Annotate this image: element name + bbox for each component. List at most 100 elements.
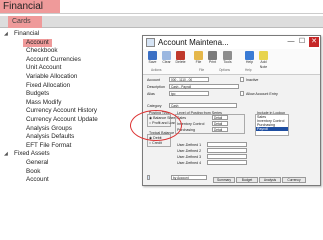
help-icon — [245, 51, 254, 60]
account-label: Account — [147, 78, 160, 82]
user-defined-field[interactable] — [207, 160, 247, 165]
account-field[interactable]: 000 - 1110 - 00 — [169, 77, 209, 82]
tree-item-label: Unit Account — [26, 64, 62, 72]
delete-button[interactable]: Delete — [174, 51, 187, 65]
tree-item-label: Analysis Groups — [26, 124, 72, 132]
tools-button[interactable]: Tools — [221, 51, 234, 65]
tree-item-label: Account — [26, 176, 49, 184]
tree-item-label: Checkbook — [26, 47, 58, 55]
sort-by-select[interactable]: by Account — [171, 175, 207, 180]
inactive-checkbox[interactable] — [240, 77, 244, 82]
tree-item[interactable]: Currency Account Update — [0, 116, 140, 125]
category-field[interactable]: Cash — [169, 103, 237, 108]
tree-item-label: Account Currencies — [26, 55, 81, 63]
page-title: Financial — [0, 0, 60, 13]
user-defined-label: User-Defined 4 — [177, 161, 202, 165]
add-note-button[interactable]: Add Note — [257, 51, 270, 70]
ribbon-button-label: File — [195, 60, 202, 64]
tree-item[interactable]: Account — [0, 38, 140, 48]
ribbon-button-label: Save — [148, 60, 157, 64]
level-value-inventory[interactable]: Detail — [212, 121, 228, 126]
alias-field[interactable]: tpo — [169, 91, 209, 96]
nav-first-icon[interactable] — [147, 175, 150, 180]
radio-credit[interactable]: ○ Credit — [149, 141, 162, 145]
alias-label: Alias — [147, 92, 155, 96]
tree-item[interactable]: Unit Account — [0, 64, 140, 73]
tree-item-label: Fixed Allocation — [26, 81, 71, 89]
tree-item-label: EFT File Format — [26, 141, 72, 149]
tree-item-label: Currency Account History — [26, 107, 98, 115]
window-titlebar[interactable]: Account Maintena... — ☐ ✕ — [143, 36, 320, 49]
tree-item-label: Financial — [14, 30, 40, 37]
save-button[interactable]: Save — [146, 51, 159, 65]
print-icon — [208, 51, 217, 60]
help-button[interactable]: Help — [243, 51, 256, 65]
level-value-purchasing[interactable]: Detail — [212, 127, 228, 132]
window-title: Account Maintena... — [158, 38, 229, 47]
ribbon-group-actions: Actions — [151, 68, 162, 72]
tree-item[interactable]: Fixed Allocation — [0, 82, 140, 91]
window-app-icon — [146, 38, 155, 47]
tree-item[interactable]: Currency Account History — [0, 107, 140, 116]
user-defined-label: User-Defined 2 — [177, 149, 202, 153]
tree-item[interactable]: Budgets — [0, 90, 140, 99]
user-defined-field[interactable] — [207, 148, 247, 153]
user-defined-field[interactable] — [207, 142, 247, 147]
print-button[interactable]: Print — [206, 51, 219, 65]
tree-item[interactable]: Mass Modify — [0, 99, 140, 108]
add-note-icon — [259, 51, 268, 60]
ribbon-button-label: Print — [208, 60, 217, 64]
tree-item[interactable]: Analysis Groups — [0, 125, 140, 134]
tree-item[interactable]: Account — [0, 176, 140, 185]
tree-item[interactable]: Checkbook — [0, 47, 140, 56]
clear-button[interactable]: Clear — [160, 51, 173, 65]
tree-item[interactable]: General — [0, 159, 140, 168]
user-defined-field[interactable] — [207, 154, 247, 159]
maximize-button[interactable]: ☐ — [297, 37, 307, 47]
save-icon — [148, 51, 157, 60]
page-header: Financial — [0, 0, 323, 14]
inactive-label: Inactive — [246, 78, 259, 82]
tab-summary[interactable]: Summary — [213, 177, 235, 183]
ribbon-group-file: File — [199, 68, 205, 72]
tree-item[interactable]: EFT File Format — [0, 142, 140, 151]
description-field[interactable]: Cash - Payroll — [169, 84, 239, 89]
file-button[interactable]: File — [192, 51, 205, 65]
ribbon-toolbar: Actions File Options Help Save Clear Delet… — [143, 49, 320, 75]
tree-group[interactable]: ◢ Financial — [0, 30, 140, 39]
tree-item-label: Account — [23, 38, 52, 48]
expand-toggle-icon[interactable]: ◢ — [4, 150, 8, 159]
tree-item[interactable]: Analysis Defaults — [0, 133, 140, 142]
close-button[interactable]: ✕ — [309, 37, 319, 47]
tree-item-label: Budgets — [26, 90, 50, 98]
allow-entry-label: Allow Account Entry — [246, 92, 278, 96]
ribbon-button-label: Help — [245, 60, 254, 64]
lookup-item[interactable]: Payroll — [256, 127, 288, 131]
tree-group[interactable]: ◢ Fixed Assets — [0, 150, 140, 159]
ribbon-group-options: Options — [219, 68, 230, 72]
category-label: Category — [147, 104, 162, 108]
tree-item[interactable]: Account Currencies — [0, 56, 140, 65]
user-defined-label: User-Defined 1 — [177, 143, 202, 147]
tab-cards[interactable]: Cards — [8, 16, 42, 28]
ribbon-button-label: Delete — [175, 60, 186, 64]
tree-item[interactable]: Book — [0, 168, 140, 177]
tree-item-label: General — [26, 158, 49, 166]
tab-budget[interactable]: Budget — [236, 177, 258, 183]
tab-analysis[interactable]: Analysis — [259, 177, 281, 183]
expand-toggle-icon[interactable]: ◢ — [4, 30, 8, 39]
level-value-sales[interactable]: Detail — [212, 115, 228, 120]
allow-entry-checkbox[interactable] — [240, 91, 244, 96]
navigation-tree: ◢ Financial Account Checkbook Account Curren… — [0, 30, 140, 185]
tree-item-label: Book — [26, 167, 41, 175]
highlight-ellipse — [130, 110, 182, 141]
minimize-button[interactable]: — — [286, 37, 296, 47]
tab-currency[interactable]: Currency — [282, 177, 306, 183]
ribbon-button-label: Clear — [162, 60, 171, 64]
header-divider — [0, 13, 323, 14]
tree-item-label: Mass Modify — [26, 98, 62, 106]
tree-item-label: Currency Account Update — [26, 115, 98, 123]
tree-item[interactable]: Variable Allocation — [0, 73, 140, 82]
ribbon-button-label: Add Note — [259, 60, 268, 69]
clear-icon — [162, 51, 171, 60]
